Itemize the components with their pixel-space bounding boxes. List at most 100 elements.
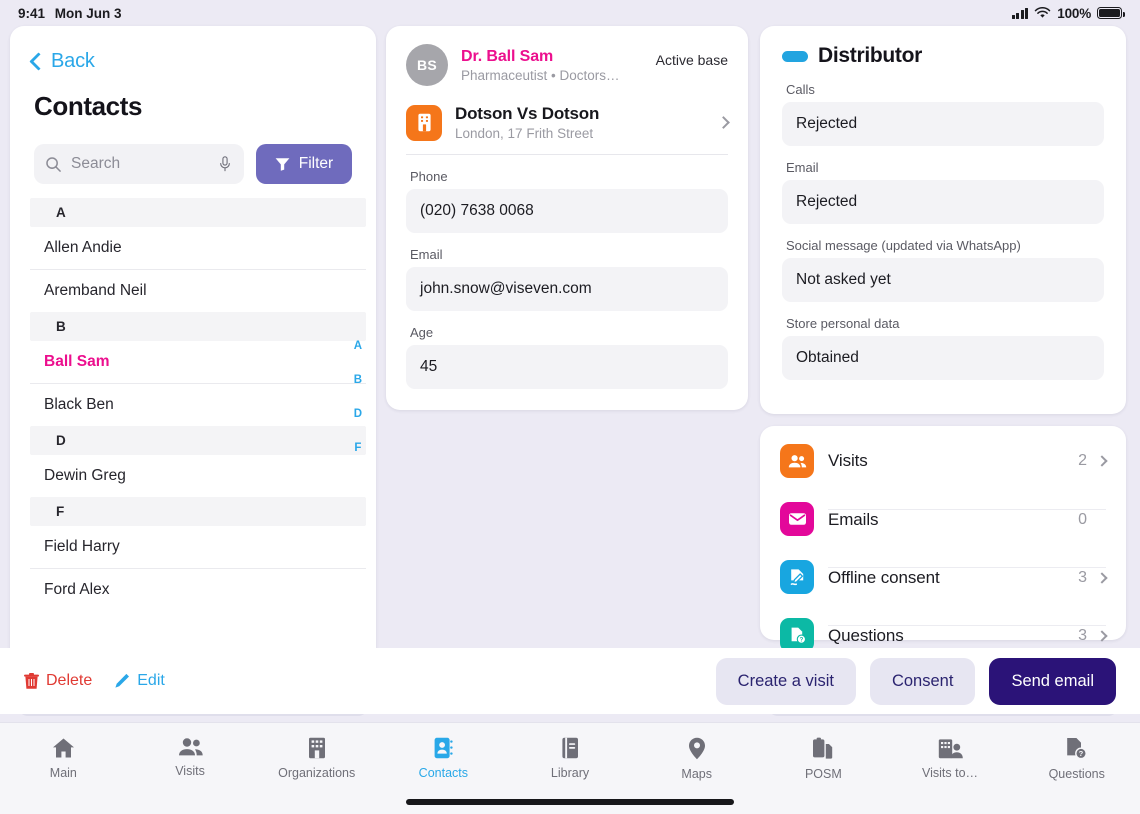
activity-count: 3 <box>1078 568 1087 586</box>
activity-row-visits[interactable]: Visits 2 <box>780 432 1108 490</box>
status-indicators: 100% <box>1011 5 1125 21</box>
activity-row-emails[interactable]: Emails 0 <box>780 490 1106 548</box>
back-label: Back <box>51 50 95 72</box>
tab-organizations[interactable]: Organizations <box>253 737 380 780</box>
tab-label: Organizations <box>278 766 356 780</box>
edit-label: Edit <box>137 672 165 689</box>
map-pin-icon <box>688 737 705 760</box>
section-header: B <box>30 312 366 341</box>
tab-visits[interactable]: Visits <box>127 737 254 778</box>
tab-posm[interactable]: POSM <box>760 737 887 781</box>
alphabet-index[interactable]: A B D F <box>354 340 362 454</box>
activity-count: 2 <box>1078 452 1087 469</box>
edit-button[interactable]: Edit <box>114 672 165 690</box>
activity-row-inner: Emails 0 <box>828 508 1106 530</box>
question-doc-icon: ? <box>780 618 814 652</box>
building-icon <box>406 104 442 141</box>
status-badge: Active base <box>655 52 728 68</box>
tab-library[interactable]: Library <box>507 737 634 780</box>
consent-value-store[interactable]: Obtained <box>782 336 1104 380</box>
organization-name: Dotson Vs Dotson <box>455 104 600 123</box>
section-header: D <box>30 426 366 455</box>
consent-value-calls[interactable]: Rejected <box>782 102 1104 146</box>
tab-maps[interactable]: Maps <box>633 737 760 781</box>
activity-count: 3 <box>1078 626 1087 644</box>
field-value-email[interactable]: john.snow@viseven.com <box>406 267 728 311</box>
list-item-selected[interactable]: Ball Sam <box>30 341 366 384</box>
people-icon <box>780 444 814 478</box>
list-item[interactable]: Dewin Greg <box>30 455 366 497</box>
field-value-phone[interactable]: (020) 7638 0068 <box>406 189 728 233</box>
list-item[interactable]: Field Harry <box>30 526 366 569</box>
alpha-index-f[interactable]: F <box>354 442 361 454</box>
chevron-right-icon <box>1096 629 1108 642</box>
organization-row[interactable]: Dotson Vs Dotson London, 17 Frith Street <box>406 104 730 155</box>
microphone-icon[interactable] <box>217 156 233 172</box>
contact-header: BS Dr. Ball Sam Pharmaceutist • Doctors…… <box>406 44 728 86</box>
tab-visits-to[interactable]: Visits to… <box>887 737 1014 780</box>
page-title: Contacts <box>34 91 143 121</box>
book-icon <box>561 737 578 759</box>
activity-row-inner: Offline consent 3 <box>828 566 1108 588</box>
list-item[interactable]: Black Ben <box>30 384 366 426</box>
tab-label: Library <box>550 766 590 780</box>
contacts-panel: Back Contacts Search Filter A Allen Andi… <box>10 26 376 710</box>
list-item[interactable]: Aremband Neil <box>30 270 366 312</box>
search-input[interactable]: Search <box>34 144 244 184</box>
activity-label: Offline consent <box>828 567 940 587</box>
contact-detail-card: BS Dr. Ball Sam Pharmaceutist • Doctors…… <box>386 26 748 410</box>
question-doc-icon: ? <box>1067 738 1088 760</box>
chevron-right-icon <box>1096 455 1108 467</box>
field-label-phone: Phone <box>410 169 448 184</box>
chevron-left-icon <box>29 52 48 71</box>
avatar: BS <box>406 44 448 86</box>
contact-list: A Allen Andie Aremband Neil B Ball Sam B… <box>10 198 376 611</box>
distributor-header: Distributor <box>782 44 1104 68</box>
alpha-index-b[interactable]: B <box>354 374 362 386</box>
status-date: Mon Jun 3 <box>54 5 122 21</box>
home-indicator <box>406 799 734 805</box>
tab-questions[interactable]: ? Questions <box>1013 737 1140 781</box>
filter-button[interactable]: Filter <box>256 144 352 184</box>
activity-row-inner: Visits 2 <box>828 451 1108 471</box>
list-item[interactable]: Ford Alex <box>30 569 366 611</box>
list-item[interactable]: Allen Andie <box>30 227 366 270</box>
search-icon <box>46 156 61 172</box>
distributor-card: Distributor Calls Rejected Email Rejecte… <box>760 26 1126 414</box>
action-bar: Delete Edit Create a visit Consent Send … <box>0 648 1140 714</box>
home-icon <box>52 738 74 758</box>
tab-label: Maps <box>681 767 712 781</box>
envelope-icon <box>780 502 814 536</box>
contact-card-icon <box>434 737 453 759</box>
app-screen: 9:41 Mon Jun 3 100% Back Contacts Search… <box>0 0 1140 814</box>
activity-count: 0 <box>1078 510 1087 528</box>
contact-name: Dr. Ball Sam <box>461 47 554 65</box>
tab-main[interactable]: Main <box>0 737 127 780</box>
signal-bars-icon <box>1011 7 1029 19</box>
activity-row-offline-consent[interactable]: Offline consent 3 <box>780 548 1108 606</box>
tab-label: Questions <box>1048 767 1105 781</box>
alpha-index-d[interactable]: D <box>354 408 362 420</box>
create-visit-button[interactable]: Create a visit <box>715 657 856 705</box>
wifi-icon <box>1035 7 1051 18</box>
tab-contacts[interactable]: Contacts <box>380 737 507 780</box>
svg-text:?: ? <box>799 637 803 643</box>
chevron-right-icon <box>717 116 730 129</box>
delete-button[interactable]: Delete <box>24 672 92 690</box>
consent-value-social[interactable]: Not asked yet <box>782 258 1104 302</box>
building-icon <box>308 737 325 759</box>
tab-label: Contacts <box>418 766 469 780</box>
alpha-index-a[interactable]: A <box>354 340 362 352</box>
tab-label: Visits to… <box>922 766 979 780</box>
consent-value-email[interactable]: Rejected <box>782 180 1104 224</box>
activity-label: Emails <box>828 509 879 529</box>
back-button[interactable]: Back <box>10 26 376 73</box>
field-value-age[interactable]: 45 <box>406 345 728 389</box>
battery-percent: 100% <box>1057 5 1091 21</box>
activity-label: Questions <box>828 625 904 645</box>
record-actions: Delete Edit <box>24 672 165 690</box>
consent-label-calls: Calls <box>786 82 815 97</box>
consent-button[interactable]: Consent <box>869 657 976 705</box>
tab-bar: Main Visits Organizations Contacts Libra… <box>0 722 1140 814</box>
send-email-button[interactable]: Send email <box>989 657 1116 705</box>
